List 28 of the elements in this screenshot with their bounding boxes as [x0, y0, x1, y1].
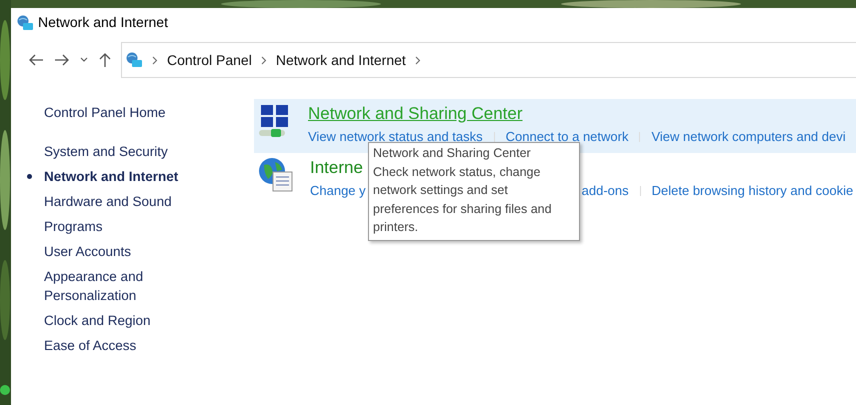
sidebar-item[interactable]: Network and Internet: [44, 164, 184, 189]
sidebar-item[interactable]: User Accounts: [44, 239, 184, 264]
category-title[interactable]: Interne: [310, 158, 363, 177]
link[interactable]: add-ons: [582, 181, 629, 201]
tooltip-text: Check network status, change network settings and set preferences for sharing files and printers.: [373, 164, 553, 236]
link[interactable]: Delete browsing history and cookie: [652, 181, 854, 201]
chevron-icon: [414, 56, 421, 64]
chevron-icon: [260, 56, 267, 64]
sidebar-item[interactable]: Programs: [44, 214, 184, 239]
window-title: Network and Internet: [38, 12, 168, 32]
chevron-icon: [152, 56, 158, 64]
sidebar-item[interactable]: Clock and Region: [44, 308, 184, 333]
sidebar-item[interactable]: Ease of Access: [44, 333, 184, 358]
link[interactable]: View network computers and devi: [651, 127, 846, 147]
bullet-icon: [27, 174, 32, 179]
breadcrumb-item[interactable]: Control Panel: [167, 50, 252, 70]
sidebar-item[interactable]: Hardware and Sound: [44, 189, 184, 214]
control-panel-icon: [17, 14, 34, 31]
address-bar[interactable]: Control Panel Network and Internet: [121, 42, 856, 78]
sidebar-link[interactable]: Control Panel Home: [44, 100, 184, 125]
breadcrumb-item[interactable]: Network and Internet: [276, 50, 406, 70]
sidebar-item[interactable]: System and Security: [44, 139, 184, 164]
tooltip-title: Network and Sharing Center: [373, 145, 532, 162]
link[interactable]: Change y: [310, 181, 366, 201]
control-panel-icon: [126, 52, 143, 68]
sidebar-item[interactable]: Appearance and Personalization: [44, 264, 184, 308]
globe-with-list-icon: [258, 157, 294, 193]
caret-icon: [80, 56, 88, 63]
